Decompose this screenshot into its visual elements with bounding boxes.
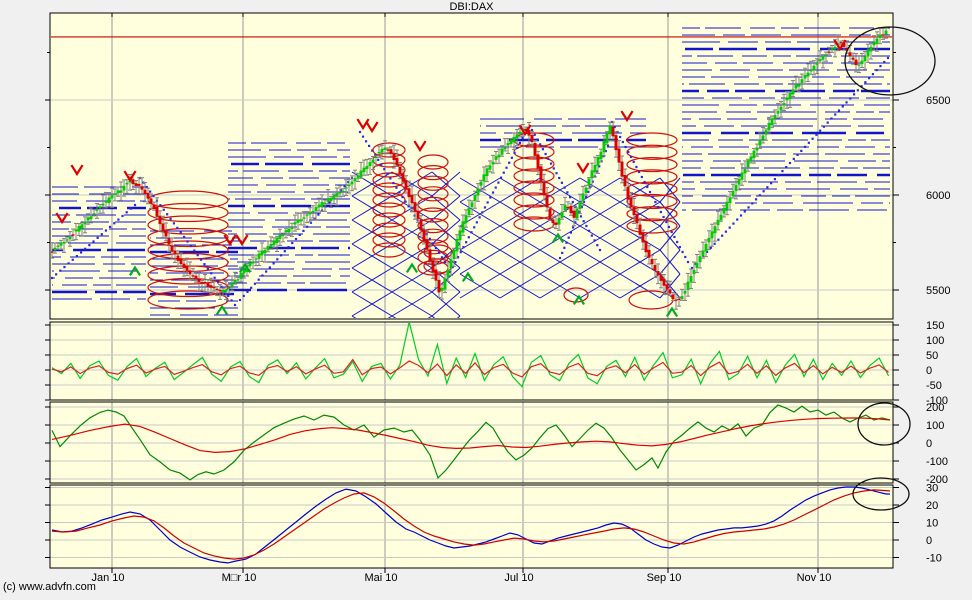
x-axis-label: Nov 10 xyxy=(797,572,832,584)
osc3-axis-label: 20 xyxy=(926,500,938,512)
osc1-axis-label: 100 xyxy=(926,335,944,347)
osc1-axis-label: 0 xyxy=(926,365,932,377)
x-axis-label: Jul 10 xyxy=(504,572,533,584)
osc1-axis-label: 50 xyxy=(926,350,938,362)
osc1-axis-label: -50 xyxy=(926,380,942,392)
osc2-axis-label: 100 xyxy=(926,420,944,432)
x-axis-label: Sep 10 xyxy=(647,572,682,584)
osc3-axis-label: -10 xyxy=(926,553,942,565)
x-axis-label: Jan 10 xyxy=(91,572,124,584)
osc3-axis-label: 10 xyxy=(926,518,938,530)
chart-canvas: 650060005500150100500-50-1002001000-100-… xyxy=(0,0,972,600)
price-axis-label: 6000 xyxy=(926,190,950,202)
price-axis-label: 6500 xyxy=(926,95,950,107)
x-axis-label: Mai 10 xyxy=(364,572,397,584)
osc3-axis-label: 0 xyxy=(926,535,932,547)
buy-mark-icon xyxy=(39,272,48,279)
x-axis-label: M□r 10 xyxy=(222,572,257,584)
price-axis-label: 5500 xyxy=(926,285,950,297)
osc1-axis-label: 150 xyxy=(926,320,944,332)
osc3-axis-label: 30 xyxy=(926,483,938,495)
copyright-text: (c) www.advfn.com xyxy=(3,581,96,593)
osc2-axis-label: 0 xyxy=(926,438,932,450)
osc2-axis-label: 200 xyxy=(926,402,944,414)
osc2-axis-label: -100 xyxy=(926,456,948,468)
chart-window: DBI:DAX 650060005500150100500-50-1002001… xyxy=(0,0,972,600)
